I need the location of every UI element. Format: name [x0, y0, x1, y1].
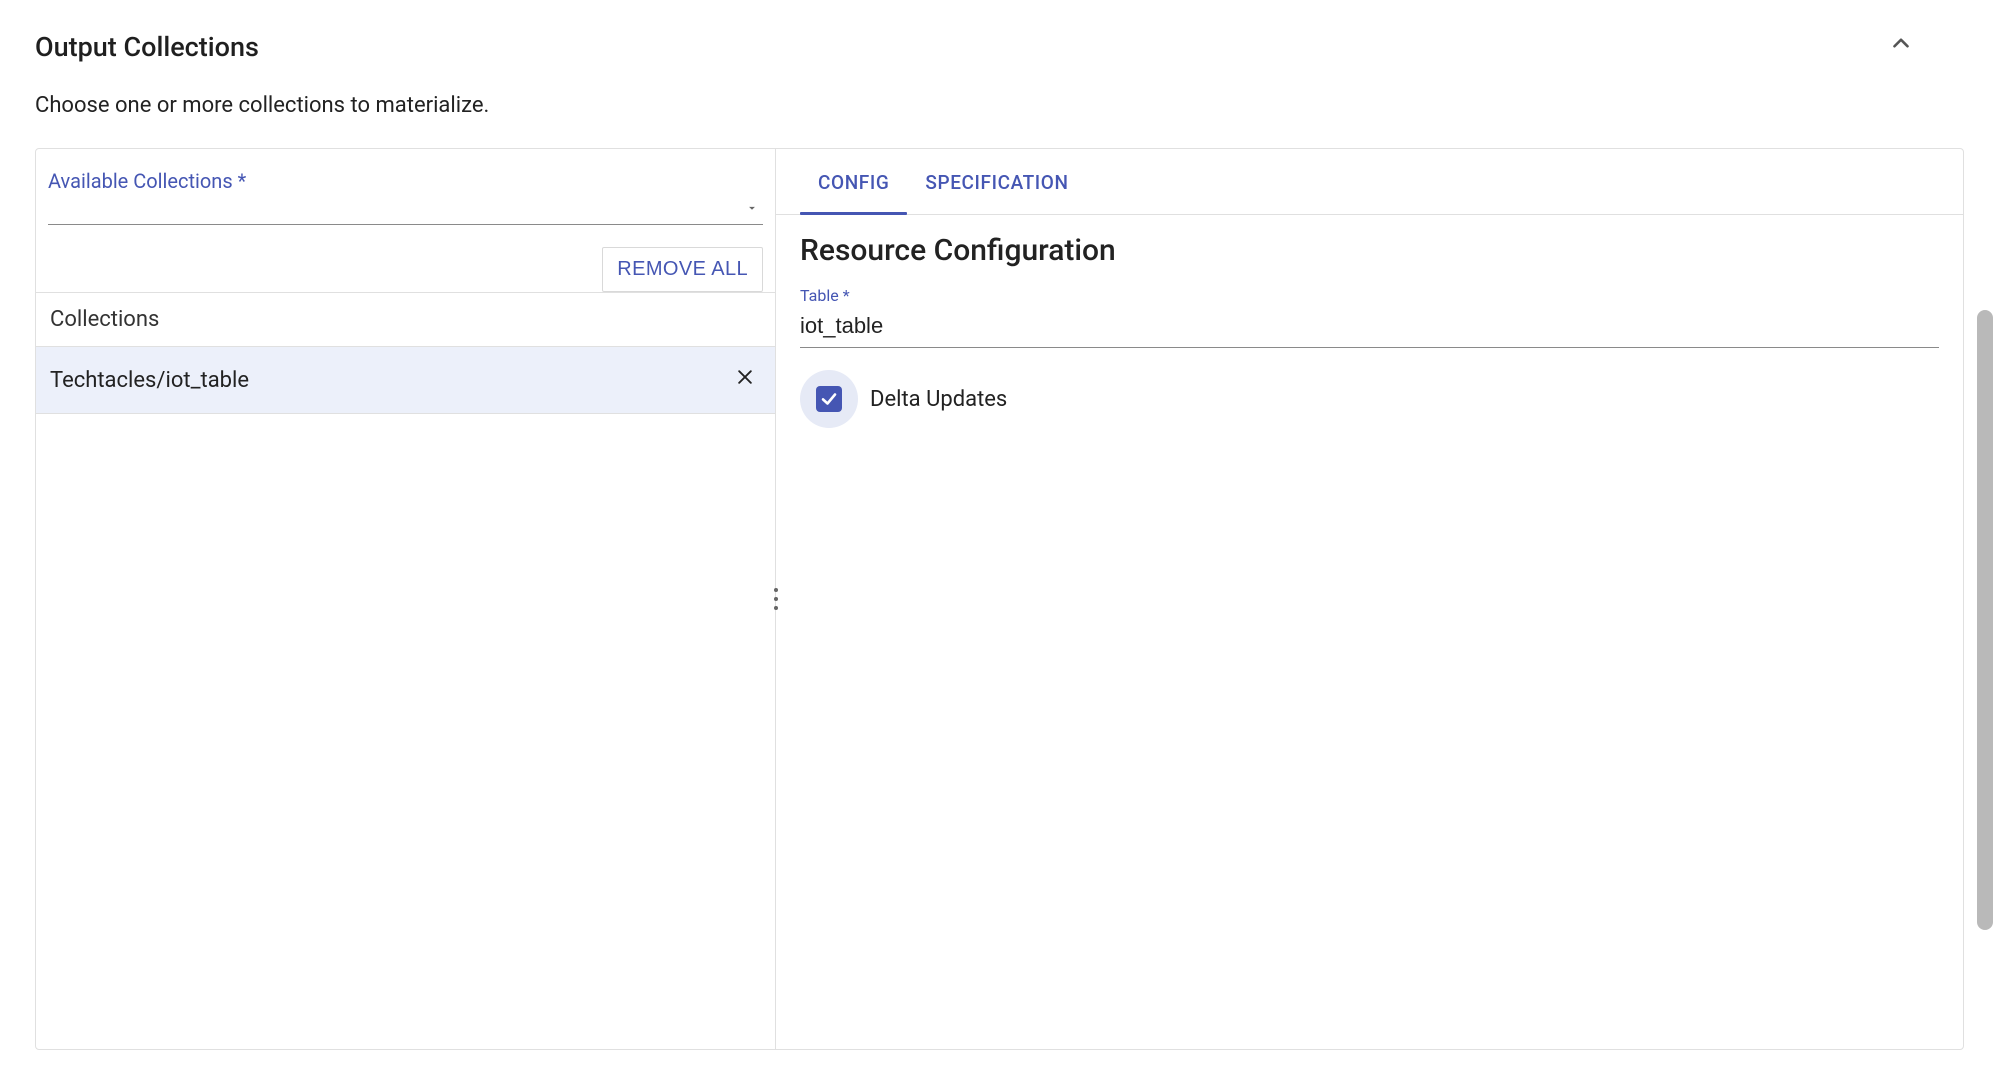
available-collections-combobox[interactable] — [48, 197, 763, 225]
panels: Available Collections * REMOVE ALL Colle… — [35, 148, 1964, 1050]
remove-all-row: REMOVE ALL — [36, 225, 775, 292]
config-body: Resource Configuration Table * Delta Upd… — [776, 215, 1963, 446]
tabs: CONFIG SPECIFICATION — [776, 149, 1963, 215]
available-collections-field: Available Collections * — [36, 149, 775, 225]
collection-item-name: Techtacles/iot_table — [50, 368, 249, 393]
scrollbar[interactable] — [1977, 310, 1993, 930]
collections-list: Techtacles/iot_table — [36, 347, 775, 1049]
chevron-up-icon[interactable] — [1888, 30, 1914, 63]
table-label: Table * — [800, 286, 1939, 305]
close-icon — [735, 367, 755, 387]
tab-config[interactable]: CONFIG — [800, 149, 907, 214]
resize-handle[interactable] — [764, 579, 788, 619]
delta-updates-label: Delta Updates — [870, 387, 1007, 412]
left-panel: Available Collections * REMOVE ALL Colle… — [36, 149, 776, 1049]
collection-item[interactable]: Techtacles/iot_table — [36, 347, 775, 414]
section-header: Output Collections — [35, 30, 1964, 63]
right-panel: CONFIG SPECIFICATION Resource Configurat… — [776, 149, 1963, 1049]
available-collections-label: Available Collections * — [48, 169, 246, 193]
dropdown-caret-icon[interactable] — [741, 197, 763, 222]
tab-specification[interactable]: SPECIFICATION — [907, 149, 1086, 214]
delta-updates-row: Delta Updates — [800, 370, 1939, 428]
section-subtitle: Choose one or more collections to materi… — [35, 93, 1964, 118]
available-collections-input[interactable] — [48, 199, 741, 220]
delta-updates-checkbox[interactable] — [800, 370, 858, 428]
checkbox-checked-icon — [816, 386, 842, 412]
section-title: Output Collections — [35, 31, 259, 63]
resource-config-title: Resource Configuration — [800, 233, 1939, 268]
collections-header: Collections — [36, 292, 775, 347]
remove-collection-button[interactable] — [729, 365, 761, 395]
table-input[interactable] — [800, 307, 1939, 348]
drag-dots-icon — [772, 586, 780, 612]
remove-all-button[interactable]: REMOVE ALL — [602, 247, 763, 292]
